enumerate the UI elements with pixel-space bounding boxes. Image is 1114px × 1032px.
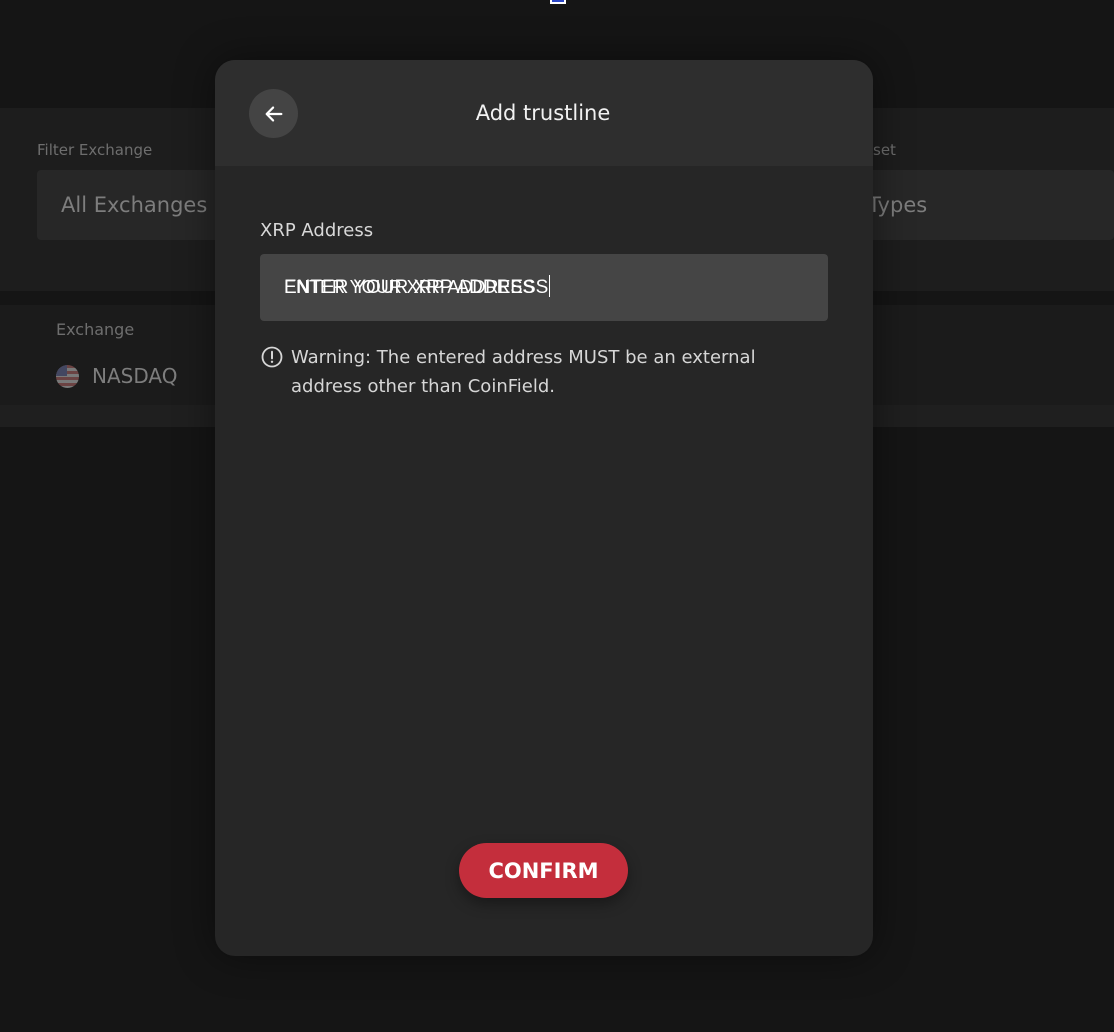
modal-title: Add trustline xyxy=(215,60,873,166)
confirm-button[interactable]: CONFIRM xyxy=(459,843,628,898)
exclamation-circle-icon xyxy=(261,346,283,368)
filter-exchange-value: All Exchanges xyxy=(61,193,208,217)
arrow-left-icon xyxy=(265,105,282,122)
warning-message: Warning: The entered address MUST be an … xyxy=(260,343,780,401)
add-trustline-modal: Add trustline XRP Address ENTER YOUR XRP… xyxy=(215,60,873,956)
filter-asset-value: Types xyxy=(868,193,928,217)
filter-exchange-select[interactable]: All Exchanges xyxy=(37,170,237,240)
modal-title-text: Add trustline xyxy=(475,101,611,125)
xrp-address-input[interactable] xyxy=(260,254,828,321)
filter-asset-label: set xyxy=(873,141,896,159)
table-row[interactable]: NASDAQ xyxy=(56,364,177,388)
filter-exchange-label: Filter Exchange xyxy=(37,141,153,159)
focus-indicator xyxy=(550,0,566,4)
table-header-exchange: Exchange xyxy=(56,320,135,339)
filter-asset-select[interactable]: Types xyxy=(850,170,1114,240)
us-flag-icon xyxy=(56,364,79,388)
page: Filter Exchange All Exchanges set Types … xyxy=(0,0,1114,1032)
warning-text: Warning: The entered address MUST be an … xyxy=(291,347,756,397)
exchange-name: NASDAQ xyxy=(92,364,178,388)
back-button[interactable] xyxy=(249,89,298,138)
xrp-address-label: XRP Address xyxy=(260,220,374,241)
